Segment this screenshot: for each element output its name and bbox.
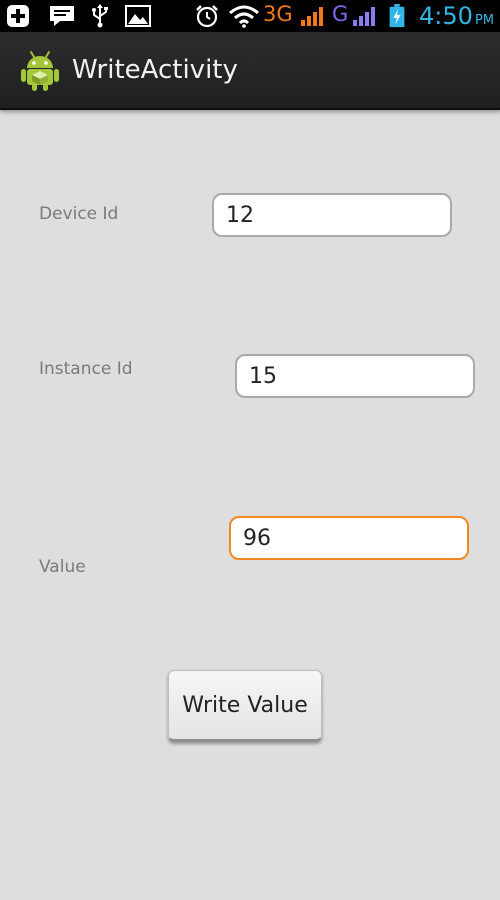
signal-icon — [301, 7, 323, 26]
status-time-value: 4:50 — [419, 2, 473, 30]
instance-id-label: Instance Id — [39, 359, 133, 379]
value-field[interactable] — [229, 516, 469, 560]
status-bar: 3G G 4:50 PM — [0, 0, 500, 32]
device-id-field[interactable] — [212, 193, 452, 237]
network-3g-label: 3G — [263, 2, 293, 26]
battery-charging-icon — [389, 4, 405, 28]
status-time-ampm: PM — [474, 13, 494, 28]
status-time: 4:50 PM — [419, 1, 494, 36]
signal-icon — [353, 7, 375, 26]
alarm-icon — [196, 5, 218, 28]
network-g-label: G — [332, 2, 349, 26]
device-id-label: Device Id — [39, 204, 119, 224]
image-icon — [125, 5, 151, 27]
action-bar: WriteActivity — [0, 32, 500, 110]
message-icon — [50, 6, 74, 26]
instance-id-field[interactable] — [235, 354, 475, 398]
usb-icon — [92, 4, 108, 28]
wifi-icon — [229, 5, 259, 28]
write-value-button[interactable]: Write Value — [168, 670, 322, 742]
value-label: Value — [39, 557, 86, 577]
add-icon — [7, 5, 29, 27]
android-icon — [21, 51, 59, 91]
app-title: WriteActivity — [72, 55, 238, 85]
